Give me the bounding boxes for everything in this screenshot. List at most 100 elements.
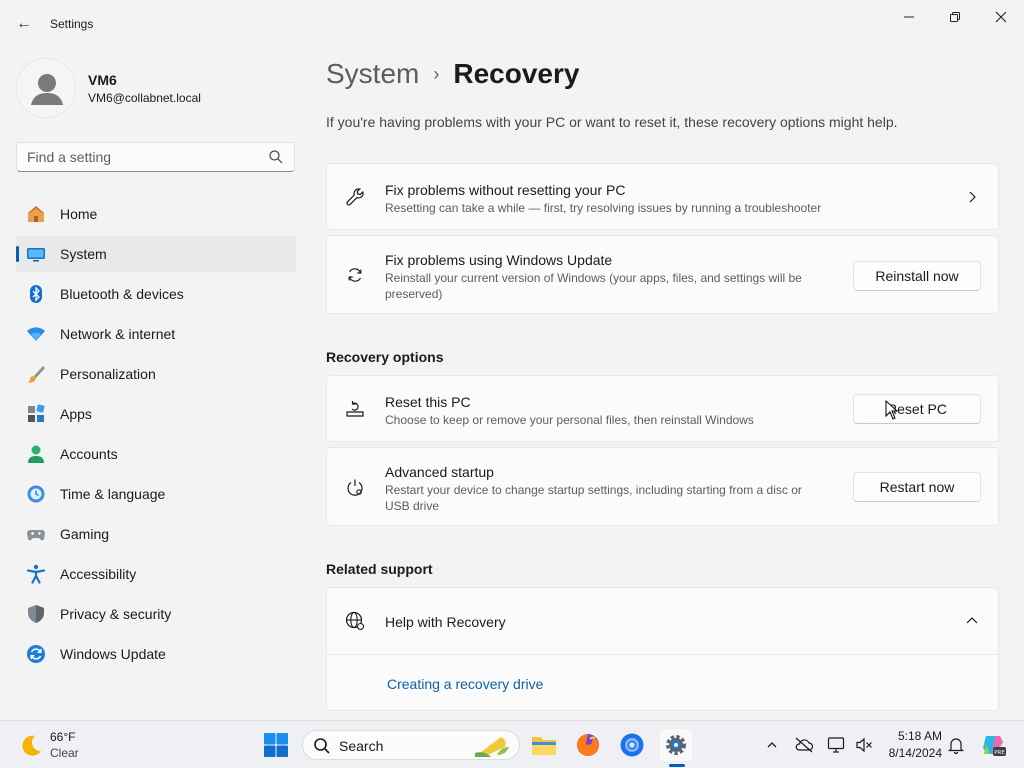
volume-tray[interactable] [854,735,874,755]
close-icon [995,11,1007,23]
card-title: Advanced startup [385,464,494,480]
globe-icon [343,609,367,633]
clock-time[interactable]: 5:18 AM [880,729,942,743]
taskbar-search[interactable]: Search [302,730,520,760]
breadcrumb-separator: › [433,63,440,84]
sidebar-item-label: Windows Update [60,646,166,662]
network-tray[interactable] [826,735,846,755]
maximize-button[interactable] [932,4,978,30]
advanced-startup-icon [343,476,367,500]
clock-date[interactable]: 8/14/2024 [876,746,942,760]
taskbar-firefox[interactable] [572,729,604,761]
search-input[interactable] [17,143,257,171]
page-title: Recovery [453,58,580,89]
chevron-up-icon[interactable] [964,613,980,629]
sidebar-item-personalization[interactable]: Personalization [16,356,296,392]
sidebar-item-system[interactable]: System [16,236,296,272]
creating-recovery-drive-link[interactable]: Creating a recovery drive [387,676,543,692]
wrench-icon [343,185,367,209]
search-icon [314,738,330,754]
settings-search[interactable] [16,142,295,172]
breadcrumb: System › Recovery [326,58,579,90]
advanced-startup-card: Advanced startup Restart your device to … [326,447,999,526]
sidebar-item-label: Privacy & security [60,606,172,622]
folder-icon [532,737,556,755]
cloud-off-icon [795,737,814,753]
restart-now-button[interactable]: Restart now [853,472,981,502]
accounts-icon [25,443,47,465]
chevron-up-icon [767,742,777,748]
help-with-recovery-header[interactable]: Help with Recovery [327,588,998,655]
svg-text:PRE: PRE [994,750,1005,756]
sidebar-item-apps[interactable]: Apps [16,396,296,432]
fix-without-reset-card[interactable]: Fix problems without resetting your PC R… [326,163,999,230]
brush-icon [25,363,47,385]
fix-windows-update-card: Fix problems using Windows Update Reinst… [326,235,999,314]
firefox-icon [577,734,599,756]
close-button[interactable] [978,4,1024,30]
taskbar-chrome[interactable] [616,729,648,761]
recovery-options-heading: Recovery options [326,349,444,365]
wifi-icon [25,323,47,345]
bluetooth-icon [25,283,47,305]
taskbar-file-explorer[interactable] [528,729,560,761]
card-description: Resetting can take a while — first, try … [385,201,822,215]
taskbar-settings[interactable] [660,729,692,761]
breadcrumb-parent[interactable]: System [326,58,419,90]
show-hidden-icons-button[interactable] [762,735,782,755]
refresh-icon [343,263,367,287]
title-bar: ← Settings [0,0,1024,48]
sidebar-item-label: Home [60,206,98,222]
sidebar-item-gaming[interactable]: Gaming [16,516,296,552]
chevron-right-icon [969,191,976,203]
sidebar-item-label: Personalization [60,366,156,382]
sidebar-item-accounts[interactable]: Accounts [16,436,296,472]
back-arrow-icon: ← [16,15,32,32]
avatar[interactable] [16,58,76,118]
sidebar-item-network[interactable]: Network & internet [16,316,296,352]
update-icon [25,643,47,665]
reset-pc-button[interactable]: Reset PC [853,394,981,424]
sidebar-item-accessibility[interactable]: Accessibility [16,556,296,592]
search-icon[interactable] [268,149,284,165]
copilot-button[interactable]: PRE [980,732,1006,758]
page-intro: If you're having problems with your PC o… [326,114,898,130]
sidebar-item-home[interactable]: Home [16,196,296,232]
reinstall-now-button[interactable]: Reinstall now [853,261,981,291]
sidebar-item-windows-update[interactable]: Windows Update [16,636,296,672]
notifications-button[interactable] [946,735,966,755]
clock-globe-icon [25,483,47,505]
network-monitor-icon [827,737,845,753]
help-with-recovery-card: Help with Recovery Creating a recovery d… [326,587,999,711]
card-description: Restart your device to change startup se… [385,483,802,513]
card-description: Reinstall your current version of Window… [385,271,802,301]
moon-weather-icon[interactable] [18,733,44,759]
gear-icon [666,735,686,755]
taskbar: 66°F Clear Search 5:18 AM 8/14/2024 PRE [0,720,1024,768]
minimize-button[interactable] [886,4,932,30]
back-button[interactable]: ← [12,12,36,36]
corn-highlight-icon [475,737,509,757]
shield-icon [25,603,47,625]
card-title: Fix problems without resetting your PC [385,182,626,198]
sidebar-item-label: Apps [60,406,92,422]
sidebar-item-bluetooth[interactable]: Bluetooth & devices [16,276,296,312]
onedrive-tray[interactable] [794,735,814,755]
user-avatar-icon [17,59,75,117]
card-title: Help with Recovery [385,614,506,630]
home-icon [25,203,47,225]
sidebar-item-privacy[interactable]: Privacy & security [16,596,296,632]
sidebar-item-label: Bluetooth & devices [60,286,184,302]
weather-temperature[interactable]: 66°F [50,730,75,744]
sidebar-item-label: Gaming [60,526,110,542]
active-app-indicator [669,764,685,767]
minimize-icon [904,16,914,18]
card-description: Choose to keep or remove your personal f… [385,413,754,427]
weather-condition[interactable]: Clear [50,746,79,760]
sidebar-item-time-language[interactable]: Time & language [16,476,296,512]
chrome-icon [620,733,644,757]
taskbar-search-label: Search [339,738,384,754]
windows-start-icon[interactable] [262,731,290,759]
accessibility-icon [25,563,47,585]
sidebar-item-label: Network & internet [60,326,176,342]
